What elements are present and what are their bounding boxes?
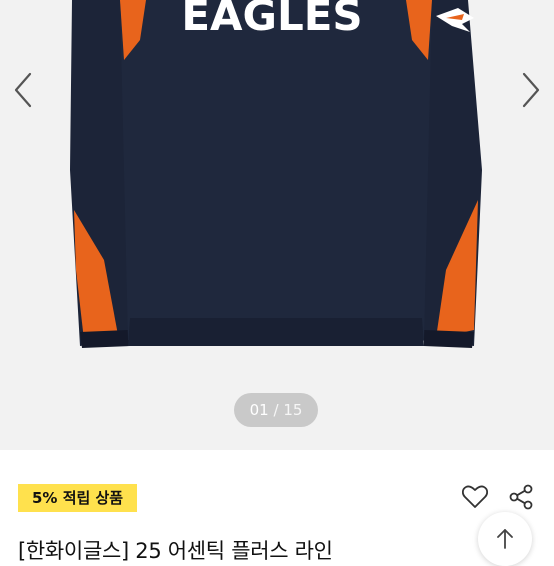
heart-icon bbox=[461, 485, 489, 508]
image-counter-total: 15 bbox=[283, 401, 303, 419]
reward-badge: 5% 적립 상품 bbox=[18, 484, 138, 512]
chevron-left-icon bbox=[14, 72, 32, 108]
gallery-prev-button[interactable] bbox=[6, 70, 42, 110]
chevron-right-icon bbox=[522, 72, 540, 108]
product-image-gallery[interactable]: EAGLES 01 / 15 bbox=[0, 0, 554, 450]
image-counter-current: 01 bbox=[249, 401, 269, 419]
gallery-next-button[interactable] bbox=[512, 70, 548, 110]
scroll-to-top-button[interactable] bbox=[478, 512, 532, 566]
image-counter: 01 / 15 bbox=[234, 393, 318, 427]
product-image-jacket: EAGLES bbox=[0, 0, 554, 450]
wishlist-button[interactable] bbox=[460, 482, 490, 512]
share-button[interactable] bbox=[506, 482, 536, 512]
product-title: [한화이글스] 25 어센틱 플러스 라인 bbox=[18, 539, 333, 563]
image-counter-separator: / bbox=[273, 401, 279, 419]
jersey-lettering: EAGLES bbox=[181, 0, 362, 40]
share-icon bbox=[509, 484, 533, 510]
